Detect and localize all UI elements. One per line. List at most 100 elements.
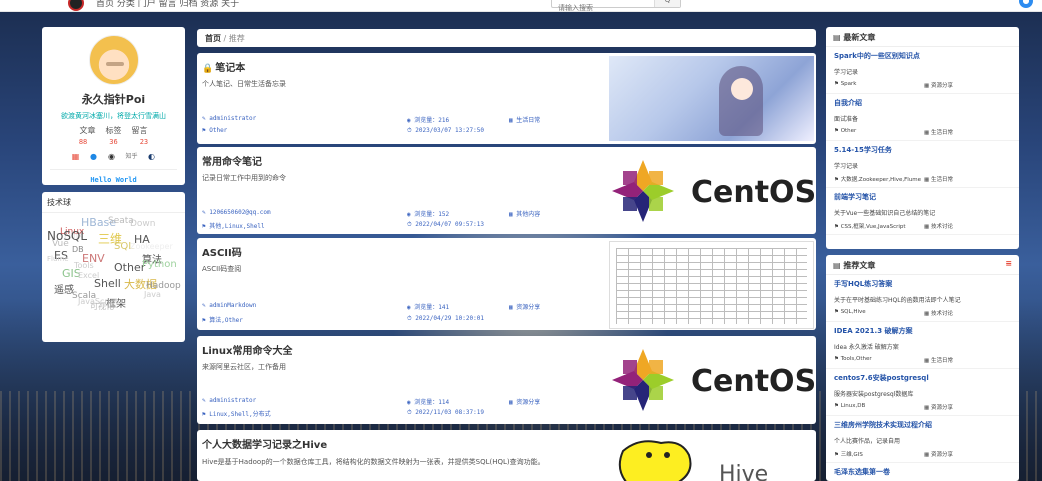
article-list-item[interactable]: 自我介绍 面试准备 ⚑ Other ▦ 生活日常 (826, 94, 1019, 141)
stat-label-articles[interactable]: 文章 (80, 125, 96, 136)
post-category[interactable]: ▦ 生活日常 (509, 115, 540, 124)
article-tags[interactable]: ⚑ 三维,GIS (834, 450, 924, 458)
post-thumbnail[interactable]: CentOS (609, 150, 814, 232)
post-card[interactable]: 常用命令笔记 记录日常工作中用到的命令 ✎ 1206650602@qq.com … (197, 147, 816, 234)
tag-cloud-title: 技术球 (42, 192, 185, 213)
post-title[interactable]: Linux常用命令大全 (202, 342, 293, 357)
post-category[interactable]: ▦ 其他内容 (509, 209, 540, 218)
article-tags[interactable]: ⚑ 大数据,Zookeeper,Hive,Flume (834, 175, 924, 183)
article-list-item[interactable]: 毛泽东选集第一卷 (826, 463, 1019, 481)
post-views: ◉ 浏览量：216 (407, 117, 450, 124)
github-icon[interactable]: ◉ (107, 152, 117, 162)
breadcrumb-current: 推荐 (228, 34, 245, 43)
tag-cloud-tag[interactable]: Shell (94, 277, 121, 290)
article-list-item[interactable]: Spark中的一些区别知识点 学习记录 ⚑ Spark ▦ 资源分享 (826, 47, 1019, 94)
post-thumbnail[interactable] (609, 56, 814, 141)
article-title[interactable]: Spark中的一些区别知识点 (834, 51, 1011, 61)
tag-cloud-tag[interactable]: 可视化 (90, 301, 114, 312)
post-date: ⏱ 2023/03/07 13:27:50 (407, 127, 484, 134)
post-thumbnail[interactable]: Hive (609, 433, 814, 481)
post-title[interactable]: 个人大数据学习记录之Hive (202, 436, 327, 451)
breadcrumb-home[interactable]: 首页 (205, 34, 221, 43)
article-desc: 关于Vue一些基础知识自己总结的笔记 (834, 210, 936, 217)
article-tags[interactable]: ⚑ Tools,Other (834, 356, 924, 364)
tag-cloud-tag[interactable]: Zookeeper (130, 242, 173, 251)
stat-label-comments[interactable]: 留言 (132, 125, 148, 136)
tag-cloud-tag[interactable]: Other (114, 261, 145, 274)
post-card[interactable]: 个人大数据学习记录之Hive Hive是基于Hadoop的一个数据仓库工具，将结… (197, 430, 816, 481)
article-list-item[interactable]: 前端学习笔记 关于Vue一些基础知识自己总结的笔记 ⚑ CSS,框架,Vue,Jav… (826, 188, 1019, 235)
article-category[interactable]: ▦ 技术讨论 (924, 309, 953, 317)
article-category[interactable]: ▦ 生活日常 (924, 356, 953, 364)
post-card[interactable]: ASCII码 ASCII码查阅 ✎ adminMarkdown ◉ 浏览量：14… (197, 238, 816, 330)
search-button[interactable]: Q (654, 0, 680, 7)
post-views: ◉ 浏览量：141 (407, 304, 450, 311)
post-views: ◉ 浏览量：114 (407, 399, 450, 406)
post-category[interactable]: ▦ 资源分享 (509, 302, 540, 311)
tag-cloud-tag[interactable]: Flume (47, 255, 69, 263)
post-tags[interactable]: ⚑ Linux,Shell,分布式 (202, 409, 271, 418)
list-icon[interactable]: ≡ (1005, 259, 1012, 268)
tag-cloud-tag[interactable]: Vue (52, 239, 69, 249)
post-tags[interactable]: ⚑ Other (202, 127, 227, 134)
post-category[interactable]: ▦ 资源分享 (509, 397, 540, 406)
article-title[interactable]: 5.14-15学习任务 (834, 145, 1011, 155)
avatar[interactable] (88, 35, 139, 85)
article-tags[interactable]: ⚑ Linux,DB (834, 403, 924, 411)
user-avatar-button[interactable]: ● (1019, 0, 1033, 8)
breadcrumb: 首页 / 推荐 (197, 29, 816, 47)
article-tags[interactable]: ⚑ SQL,Hive (834, 309, 924, 317)
article-category[interactable]: ▦ 资源分享 (924, 81, 953, 89)
article-category[interactable]: ▦ 资源分享 (924, 450, 953, 458)
post-thumbnail[interactable]: CentOS (609, 339, 814, 421)
stat-label-tags[interactable]: 标签 (106, 125, 122, 136)
article-category[interactable]: ▦ 资源分享 (924, 403, 953, 411)
article-title[interactable]: 三维房州学院技术实现过程介绍 (834, 420, 1011, 430)
nav-menu[interactable]: 首页 分类 门户 留言 归档 资源 关于 (96, 0, 239, 9)
article-title[interactable]: 毛泽东选集第一卷 (834, 467, 1011, 477)
post-author[interactable]: ✎ adminMarkdown (202, 302, 256, 309)
post-thumbnail[interactable] (609, 241, 814, 329)
post-title[interactable]: 🔒 笔记本 (202, 59, 245, 74)
steam-icon[interactable]: ◐ (147, 152, 157, 162)
post-card[interactable]: Linux常用命令大全 来源阿里云社区，工作备用 ✎ administrator… (197, 336, 816, 424)
tag-cloud-tag[interactable]: Python (142, 259, 177, 270)
post-tags[interactable]: ⚑ 算法,Other (202, 315, 243, 324)
post-card[interactable]: 🔒 笔记本 个人笔记、日常生活备忘录 ✎ administrator ◉ 浏览量：… (197, 53, 816, 144)
tag-cloud-tag[interactable]: 遥感 (54, 281, 74, 296)
article-tags[interactable]: ⚑ Spark (834, 81, 924, 89)
search-input[interactable] (552, 2, 652, 14)
site-logo[interactable] (68, 0, 84, 11)
article-title[interactable]: 自我介绍 (834, 98, 1011, 108)
article-desc: 关于在平时基础练习HQL的函数用法即个人笔记 (834, 297, 961, 304)
article-category[interactable]: ▦ 生活日常 (924, 175, 953, 183)
qq-icon[interactable]: ● (89, 152, 99, 162)
article-list-item[interactable]: 三维房州学院技术实现过程介绍 个人比赛作品，记录自用 ⚑ 三维,GIS ▦ 资源分享 (826, 416, 1019, 463)
article-title[interactable]: centos7.6安装postgresql (834, 373, 1011, 383)
article-list-item[interactable]: centos7.6安装postgresql 服务器安装postgresql数据库 ⚑… (826, 369, 1019, 416)
article-title[interactable]: 前端学习笔记 (834, 192, 1011, 202)
article-tags[interactable]: ⚑ CSS,框架,Vue,JavaScript (834, 222, 924, 230)
zhihu-icon[interactable]: 知乎 (125, 152, 139, 162)
article-title[interactable]: 手写HQL练习答案 (834, 279, 1011, 289)
recommended-articles-card: ▤ 推荐文章 ≡ 手写HQL练习答案 关于在平时基础练习HQL的函数用法即个人笔记… (826, 255, 1019, 481)
post-title[interactable]: 常用命令笔记 (202, 153, 262, 168)
post-author[interactable]: ✎ 1206650602@qq.com (202, 209, 271, 216)
post-author[interactable]: ✎ administrator (202, 397, 256, 404)
calendar-icon[interactable]: ▦ (71, 152, 81, 162)
article-tags[interactable]: ⚑ Other (834, 128, 924, 136)
tag-cloud-tag[interactable]: Java (144, 290, 161, 299)
svg-text:CentOS: CentOS (691, 175, 814, 210)
svg-text:CentOS: CentOS (691, 364, 814, 399)
post-tags[interactable]: ⚑ 其他,Linux,Shell (202, 221, 265, 230)
article-list-item[interactable]: 5.14-15学习任务 学习记录 ⚑ 大数据,Zookeeper,Hive,Flum… (826, 141, 1019, 188)
article-list-item[interactable]: IDEA 2021.3 破解方案 Idea 永久激活 破解方案 ⚑ Tools,Ot… (826, 322, 1019, 369)
tag-cloud-tag[interactable]: Down (130, 219, 156, 229)
profile-stats-labels: 文章 标签 留言 (42, 125, 185, 136)
article-list-item[interactable]: 手写HQL练习答案 关于在平时基础练习HQL的函数用法即个人笔记 ⚑ SQL,Hiv… (826, 275, 1019, 322)
post-author[interactable]: ✎ administrator (202, 115, 256, 122)
article-category[interactable]: ▦ 技术讨论 (924, 222, 953, 230)
article-category[interactable]: ▦ 生活日常 (924, 128, 953, 136)
article-title[interactable]: IDEA 2021.3 破解方案 (834, 326, 1011, 336)
post-title[interactable]: ASCII码 (202, 244, 242, 259)
